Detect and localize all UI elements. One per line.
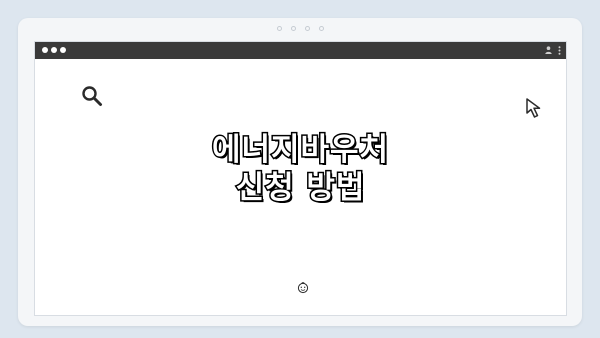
page-content: 에너지바우처 신청 방법: [35, 59, 566, 315]
minimize-dot-icon[interactable]: [51, 47, 57, 53]
kebab-menu-icon[interactable]: [558, 46, 561, 55]
search-icon[interactable]: [81, 85, 103, 107]
maximize-dot-icon[interactable]: [60, 47, 66, 53]
close-dot-icon[interactable]: [42, 47, 48, 53]
title-line-1: 에너지바우처: [210, 131, 390, 170]
smiley-icon: [297, 282, 309, 294]
frame-dots: [18, 26, 582, 31]
browser-titlebar: [35, 42, 566, 59]
window-controls: [42, 47, 66, 53]
title-line-2: 신청 방법: [234, 169, 366, 208]
frame-dot: [318, 26, 324, 31]
frame-dot: [276, 26, 282, 31]
frame-dot: [290, 26, 296, 31]
page-title: 에너지바우처 신청 방법: [35, 131, 566, 208]
frame-dot: [304, 26, 310, 31]
cursor-arrow-icon: [526, 98, 541, 118]
user-icon[interactable]: [545, 46, 552, 54]
browser-window: 에너지바우처 신청 방법: [34, 41, 567, 316]
